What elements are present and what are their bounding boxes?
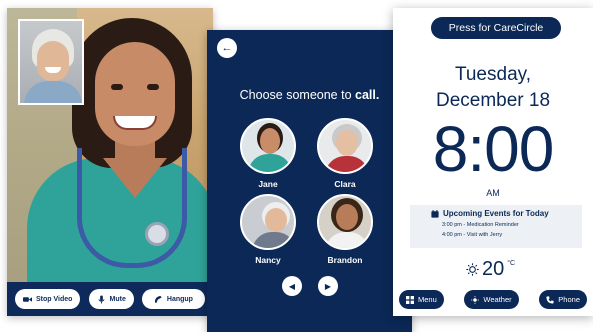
stop-video-label: Stop Video [36,295,73,303]
phone-icon [546,295,554,304]
sun-icon [471,295,480,304]
chevron-left-icon: ◀ [288,281,296,291]
event-item: 3:00 pm - Medication Reminder [442,222,519,228]
grid-icon [406,295,414,304]
back-arrow-icon: ← [221,42,233,54]
events-heading: Upcoming Events for Today [416,209,576,218]
contact-name: Jane [258,179,278,189]
contact-name: Brandon [327,255,363,265]
clock-time: 8:00 [432,113,555,185]
contact-picker-title: Choose someone to call. [239,88,380,102]
contact-card-nancy[interactable]: Nancy [233,194,303,265]
hangup-label: Hangup [166,295,193,303]
contact-name: Clara [334,179,356,189]
previous-page-button[interactable]: ◀ [282,276,302,296]
screens-composite: Stop Video Mute Hangup ← Choose someone … [0,0,593,332]
microphone-icon [97,294,105,304]
event-item: 4:00 pm - Visit with Jerry [442,232,503,238]
phone-button[interactable]: Phone [539,290,587,309]
avatar [317,118,373,174]
video-camera-icon [23,296,33,302]
weather-button[interactable]: Weather [464,290,519,309]
upcoming-events-panel[interactable]: Upcoming Events for Today 3:00 pm - Medi… [410,205,582,248]
am-pm-label: AM [486,188,500,198]
contact-card-jane[interactable]: Jane [233,118,303,189]
stop-video-button[interactable]: Stop Video [15,289,81,309]
current-weather: 20 °C [466,258,515,281]
contact-card-clara[interactable]: Clara [310,118,380,189]
temperature-value: 20 [482,258,505,280]
sun-icon [466,263,479,276]
temperature-unit: °C [507,260,516,267]
chevron-right-icon: ▶ [324,281,332,291]
bottom-nav: Menu Weather Phone [399,290,587,309]
avatar [317,194,373,250]
mute-button[interactable]: Mute [88,289,134,309]
back-button[interactable]: ← [217,38,237,58]
carecircle-button[interactable]: Press for CareCircle [431,17,561,39]
contact-name: Nancy [255,255,281,265]
contact-card-brandon[interactable]: Brandon [310,194,380,265]
contact-picker-screen: ← Choose someone to call. Jane Clara Nan… [207,30,412,332]
avatar [240,194,296,250]
next-page-button[interactable]: ▶ [318,276,338,296]
day-of-week: Tuesday, [454,64,532,85]
date-text: December 18 [435,90,551,111]
self-view-video [18,19,84,105]
mute-label: Mute [109,295,126,303]
calendar-icon [431,209,439,218]
menu-button[interactable]: Menu [399,290,444,309]
video-call-screen: Stop Video Mute Hangup [7,8,213,316]
hangup-button[interactable]: Hangup [141,289,205,309]
phone-hangup-icon [154,295,162,303]
clock-home-screen: Press for CareCircle Tuesday, December 1… [393,8,593,316]
call-controls-bar: Stop Video Mute Hangup [7,282,213,316]
avatar [240,118,296,174]
